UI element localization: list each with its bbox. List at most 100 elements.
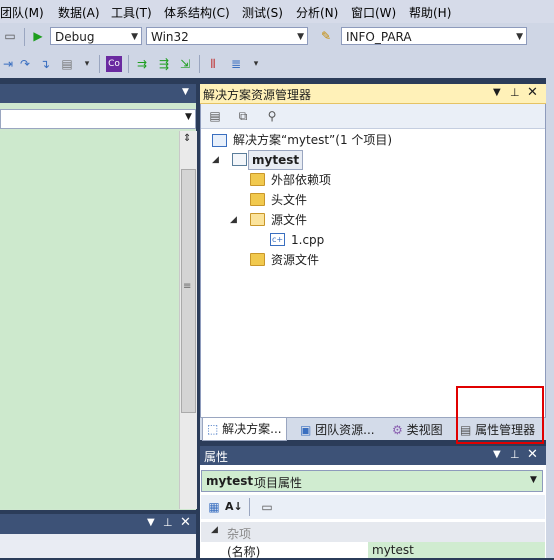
class-view-icon: ⚙ — [392, 423, 403, 437]
highlight-box — [456, 386, 544, 444]
properties-row[interactable]: (名称) mytest — [201, 542, 545, 559]
tab-label: 团队资源... — [315, 423, 375, 437]
tab-solution-explorer[interactable]: ⬚ 解决方案... — [202, 418, 287, 441]
folder-open-icon — [250, 213, 265, 226]
alphabetical-icon[interactable]: A↓ — [225, 499, 243, 515]
solution-icon: ⬚ — [207, 422, 219, 436]
find-combo[interactable]: INFO_PARA ▼ — [341, 27, 527, 45]
menu-analyze[interactable]: 分析(N) — [296, 4, 338, 21]
chevron-down-icon: ▼ — [516, 32, 523, 42]
pin-icon[interactable]: ⊥ — [163, 516, 173, 529]
tab-class-view[interactable]: ⚙ 类视图 — [392, 421, 443, 439]
tree-project[interactable]: ◢ mytest — [212, 150, 304, 170]
start-debug-icon[interactable]: ▶ — [30, 28, 46, 44]
chevron-down-icon: ▼ — [297, 32, 304, 42]
properties-object-name: mytest — [206, 474, 254, 488]
close-icon[interactable]: ✕ — [527, 447, 538, 462]
properties-category-row: ◢ 杂项 — [201, 522, 545, 542]
menu-tools[interactable]: 工具(T) — [111, 4, 152, 21]
vertical-scrollbar[interactable]: ⇕ ≡ — [179, 131, 197, 509]
chevron-down-icon: ▼ — [530, 475, 537, 485]
editor-header: ▼ — [0, 84, 196, 103]
solution-explorer-title: 解决方案资源管理器 — [203, 88, 312, 102]
chevron-down-icon[interactable]: ▼ — [493, 87, 501, 98]
overflow-icon[interactable]: ▾ — [79, 56, 95, 72]
right-dock-strip — [546, 23, 554, 558]
overflow-icon[interactable]: ▾ — [248, 56, 264, 72]
solution-label: 解决方案“mytest”(1 个项目) — [233, 133, 393, 147]
properties-header: 属性 ▼ ⊥ ✕ — [200, 446, 546, 465]
properties-object-combo[interactable]: mytest 项目属性 ▼ — [201, 470, 543, 492]
build-icon[interactable]: ⇉ — [134, 56, 150, 72]
expand-arrow-icon[interactable]: ◢ — [230, 211, 237, 229]
folder-icon — [250, 253, 265, 266]
solution-explorer-toolbar: ▤ ⧉ ⚲ — [201, 104, 545, 129]
menu-help[interactable]: 帮助(H) — [409, 4, 451, 21]
debug-window-icon[interactable]: ▭ — [2, 28, 18, 44]
split-icon[interactable]: ⇕ — [183, 133, 191, 144]
tree-item-label: 头文件 — [271, 193, 308, 207]
collapse-arrow-icon[interactable]: ◢ — [211, 525, 218, 535]
properties-toolbar: ▦ A↓ ▭ — [201, 495, 545, 519]
properties-icon[interactable]: ▤ — [207, 108, 223, 124]
find-value: INFO_PARA — [346, 30, 412, 44]
folder-icon — [250, 193, 265, 206]
find-in-files-icon[interactable]: ✎ — [318, 28, 334, 44]
solution-explorer-header: 解决方案资源管理器 ▼ ⊥ ✕ — [200, 84, 546, 104]
breakpoint-icon[interactable]: ⫴ — [205, 56, 221, 72]
external-dependencies-icon — [250, 173, 265, 186]
menu-test[interactable]: 测试(S) — [242, 4, 283, 21]
clean-icon[interactable]: ⇲ — [177, 56, 193, 72]
view-class-diagram-icon[interactable]: ⚲ — [264, 108, 280, 124]
toolbar-separator — [199, 55, 200, 73]
toolbar-separator — [128, 55, 129, 73]
close-icon[interactable]: ✕ — [527, 85, 538, 100]
property-value-cell[interactable]: mytest — [368, 542, 545, 558]
code-analysis-icon[interactable]: Co — [106, 56, 122, 72]
project-label: mytest — [248, 150, 304, 170]
member-combo[interactable]: ▼ — [0, 109, 196, 129]
expand-arrow-icon[interactable]: ◢ — [212, 151, 219, 169]
toolbar-separator — [24, 28, 25, 46]
tree-item-label: 外部依赖项 — [271, 173, 332, 187]
code-editor[interactable] — [0, 131, 178, 509]
menu-architecture[interactable]: 体系结构(C) — [164, 4, 230, 21]
toolbar-separator — [99, 55, 100, 73]
rebuild-icon[interactable]: ⇶ — [156, 56, 172, 72]
menu-data[interactable]: 数据(A) — [58, 4, 100, 21]
chevron-down-icon: ▼ — [131, 32, 138, 42]
cpp-file-icon: c+ — [270, 233, 285, 246]
platform-value: Win32 — [151, 30, 189, 44]
team-icon: ▣ — [300, 423, 312, 437]
show-all-files-icon[interactable]: ⧉ — [235, 108, 251, 124]
chevron-down-icon[interactable]: ▼ — [493, 449, 501, 460]
debug-toolbar: ⇥ ↷ ↴ ▤ ▾ Co ⇉ ⇶ ⇲ ⫴ ≣ ▾ — [0, 51, 554, 78]
step-into-icon[interactable]: ⇥ — [0, 56, 16, 72]
solution-icon — [212, 134, 227, 147]
comment-icon[interactable]: ▤ — [59, 56, 75, 72]
tab-label: 类视图 — [406, 423, 443, 437]
tab-label: 解决方案... — [222, 422, 282, 436]
pin-icon[interactable]: ⊥ — [510, 448, 520, 461]
categorized-icon[interactable]: ▦ — [206, 499, 222, 515]
property-pages-icon[interactable]: ▭ — [259, 499, 275, 515]
align-icon[interactable]: ≣ — [228, 56, 244, 72]
tab-team-explorer[interactable]: ▣ 团队资源... — [300, 421, 375, 439]
grip-icon: ≡ — [183, 281, 192, 292]
menu-team[interactable]: 团队(M) — [0, 4, 44, 21]
config-combo[interactable]: Debug ▼ — [50, 27, 142, 45]
properties-object-type: 项目属性 — [254, 476, 303, 490]
chevron-down-icon[interactable]: ▼ — [182, 87, 189, 97]
platform-combo[interactable]: Win32 ▼ — [146, 27, 308, 45]
tree-item-label: 源文件 — [271, 213, 308, 227]
pin-icon[interactable]: ⊥ — [510, 86, 520, 99]
toolbar-separator — [249, 498, 250, 516]
menu-window[interactable]: 窗口(W) — [351, 4, 396, 21]
chevron-down-icon: ▼ — [185, 112, 192, 122]
properties-category: 杂项 — [227, 527, 252, 541]
config-value: Debug — [55, 30, 95, 44]
close-icon[interactable]: ✕ — [180, 515, 191, 530]
step-over-icon[interactable]: ↷ — [17, 56, 33, 72]
chevron-down-icon[interactable]: ▼ — [147, 517, 155, 528]
step-out-icon[interactable]: ↴ — [37, 56, 53, 72]
